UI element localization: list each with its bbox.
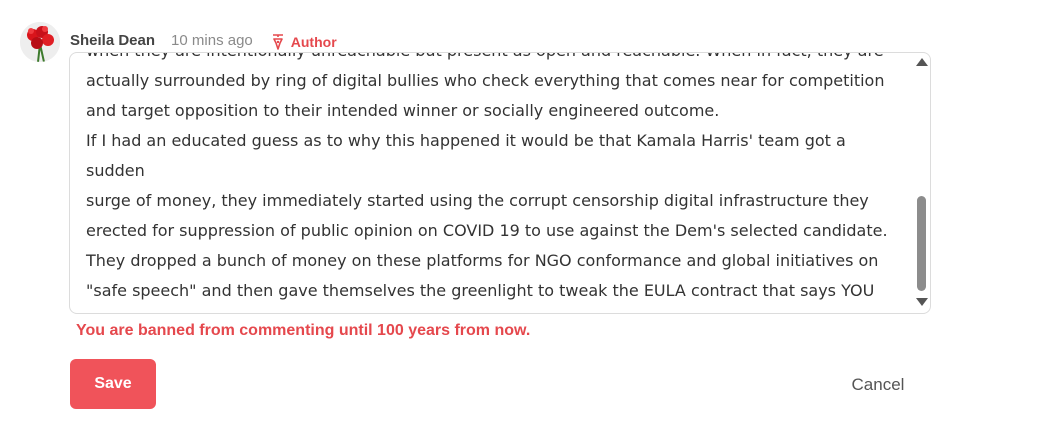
pen-nib-icon <box>272 34 283 50</box>
editor-scrollbar[interactable] <box>914 53 930 313</box>
scroll-down-arrow-icon[interactable] <box>916 298 928 306</box>
scrollbar-thumb[interactable] <box>917 196 926 291</box>
comment-header: Sheila Dean 10 mins ago Author <box>70 30 337 51</box>
author-name[interactable]: Sheila Dean <box>70 32 155 49</box>
comment-line: when they are intentionally unreachable … <box>86 53 902 66</box>
comment-timestamp: 10 mins ago <box>171 31 253 49</box>
comment-line: surge of money, they immediately started… <box>86 191 869 210</box>
red-carnation-avatar-icon <box>20 22 60 62</box>
comment-text[interactable]: when they are intentionally unreachable … <box>86 53 902 313</box>
comment-line: and target opposition to their intended … <box>86 101 720 120</box>
comment-line: actually surrounded by ring of digital b… <box>86 71 885 90</box>
scroll-up-arrow-icon[interactable] <box>916 58 928 66</box>
author-badge: Author <box>271 30 337 50</box>
comment-line: AGREE. That's my guess. <box>86 306 902 313</box>
save-button[interactable]: Save <box>70 359 156 409</box>
comment-line: They dropped a bunch of money on these p… <box>86 251 879 270</box>
avatar[interactable] <box>20 22 60 62</box>
cancel-button[interactable]: Cancel <box>836 370 920 400</box>
comment-line: erected for suppression of public opinio… <box>86 221 888 240</box>
author-badge-label: Author <box>290 34 337 50</box>
comment-line: "safe speech" and then gave themselves t… <box>86 281 875 300</box>
comment-line: If I had an educated guess as to why thi… <box>86 131 846 180</box>
comment-editor[interactable]: when they are intentionally unreachable … <box>69 52 931 314</box>
ban-message: You are banned from commenting until 100… <box>76 322 531 339</box>
